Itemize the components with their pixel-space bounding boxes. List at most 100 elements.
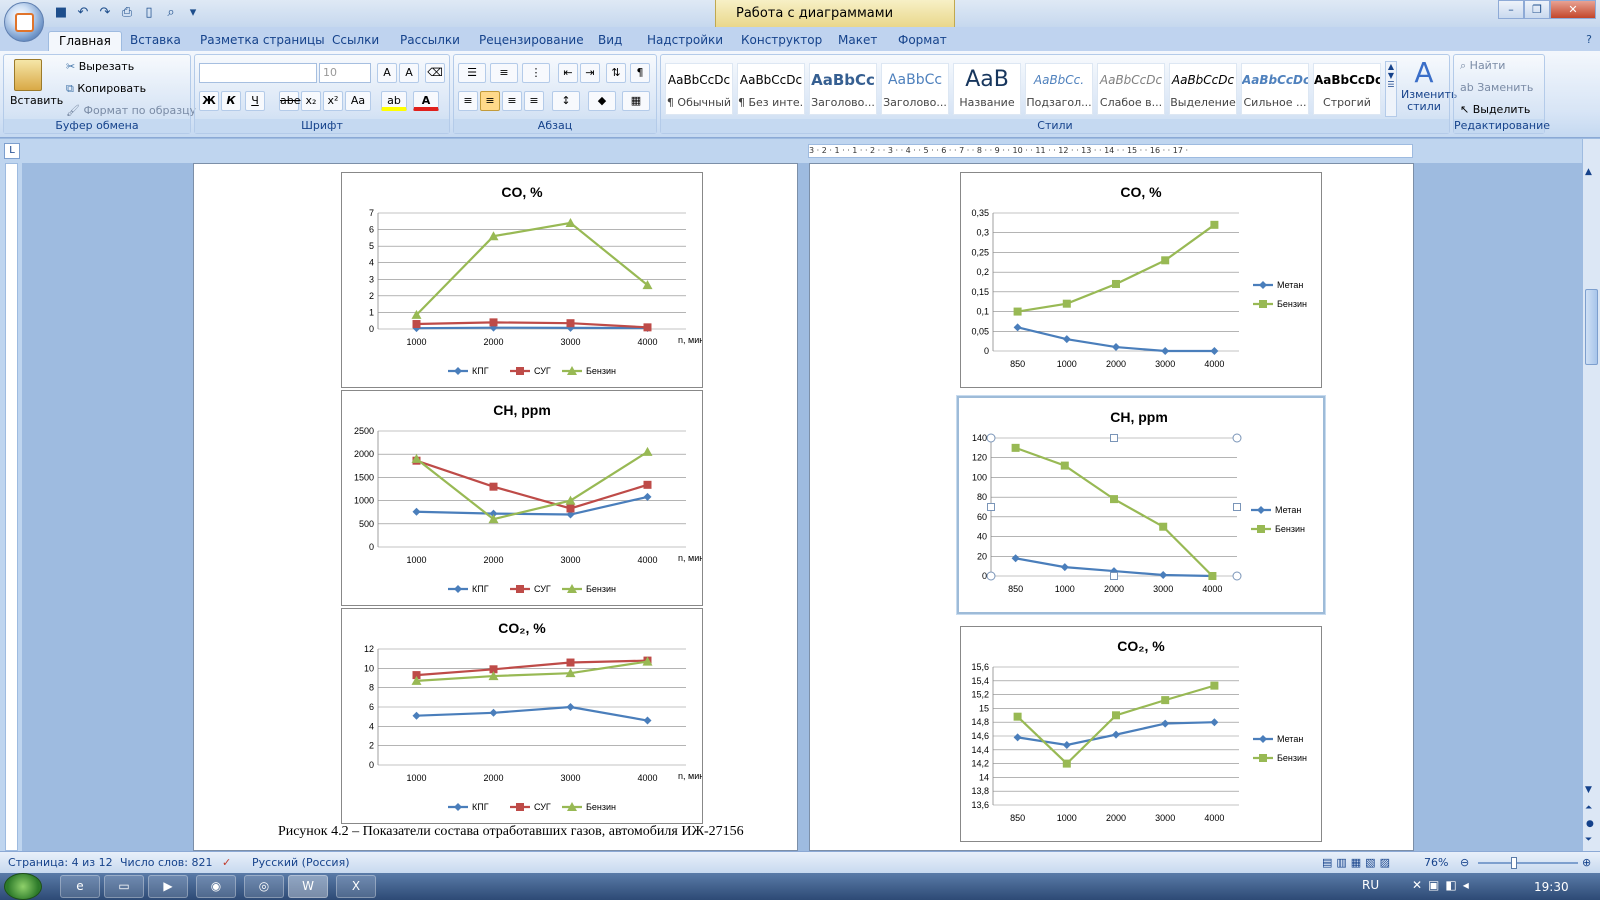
copy-button[interactable]: ⧉ Копировать — [66, 82, 146, 96]
style-subtle-emphasis[interactable]: AaBbCcDc Слабое в... — [1097, 63, 1165, 115]
vertical-scrollbar[interactable]: ▲ ▼ ⏶ ● ⏷ — [1582, 139, 1600, 851]
tab-view[interactable]: Вид — [598, 31, 622, 51]
styles-scroll-icon[interactable]: ▲ ▼ ☰ — [1385, 61, 1397, 117]
minimize-button[interactable]: – — [1498, 0, 1524, 19]
zoom-slider-thumb[interactable] — [1511, 857, 1517, 869]
tab-review[interactable]: Рецензирование — [479, 31, 584, 51]
tab-selector-icon[interactable]: L — [4, 143, 20, 159]
selection-handle[interactable] — [1233, 503, 1241, 511]
cut-button[interactable]: ✂ Вырезать — [66, 60, 134, 73]
font-name-combo[interactable] — [199, 63, 317, 83]
format-painter-button[interactable]: 🖌 Формат по образцу — [66, 104, 196, 117]
vertical-ruler[interactable] — [0, 163, 22, 851]
scroll-down-icon[interactable]: ▼ — [1585, 785, 1592, 795]
font-color-icon[interactable]: A — [413, 91, 439, 111]
superscript-button[interactable]: x² — [323, 91, 343, 111]
language-indicator[interactable]: Русский (Россия) — [252, 856, 350, 869]
print-icon[interactable]: ⎙ — [118, 4, 136, 22]
prev-page-icon[interactable]: ⏶ — [1585, 803, 1592, 813]
align-right-icon[interactable]: ≡ — [502, 91, 522, 111]
office-button[interactable] — [4, 2, 44, 42]
start-button[interactable] — [4, 873, 42, 900]
font-size-combo[interactable]: 10 — [319, 63, 371, 83]
chart-left-co[interactable]: CO, % 0 1 2 3 4 5 6 7 1000 2000 3000 4000 n, мин⁻¹ КПГ… — [341, 172, 703, 388]
tab-page-layout[interactable]: Разметка страницы — [200, 31, 325, 51]
firefox-icon[interactable]: ◉ — [196, 875, 236, 898]
style-subtitle[interactable]: AaBbCc. Подзагол... — [1025, 63, 1093, 115]
zoom-in-icon[interactable]: ⊕ — [1582, 856, 1591, 869]
restore-button[interactable]: ❐ — [1524, 0, 1550, 19]
paste-icon[interactable] — [14, 59, 42, 91]
scrollbar-thumb[interactable] — [1585, 289, 1598, 365]
borders-icon[interactable]: ▦ — [622, 91, 650, 111]
style-strong[interactable]: AaBbCcDc Строгий — [1313, 63, 1381, 115]
bullets-icon[interactable]: ☰ — [458, 63, 486, 83]
selection-handle[interactable] — [1110, 434, 1118, 442]
proofing-icon[interactable]: ✓ — [222, 856, 231, 869]
grow-font-icon[interactable]: A — [377, 63, 397, 83]
strikethrough-button[interactable]: abe — [279, 91, 301, 111]
close-button[interactable]: ✕ — [1550, 0, 1596, 19]
shading-icon[interactable]: ◆ — [588, 91, 616, 111]
chart-left-ch[interactable]: CH, ppm 0 500 1000 1500 2000 2500 1000 2000 3000 4… — [341, 390, 703, 606]
line-spacing-icon[interactable]: ↕ — [552, 91, 580, 111]
excel-taskbar-icon[interactable]: X — [336, 875, 376, 898]
word-count[interactable]: Число слов: 821 — [120, 856, 213, 869]
horizontal-ruler[interactable]: 3 · 2 · 1 · · 1 · · 2 · · 3 · · 4 · · 5 … — [808, 144, 1413, 158]
input-language[interactable]: RU — [1362, 878, 1379, 892]
tab-design[interactable]: Конструктор — [741, 31, 822, 51]
highlight-icon[interactable]: ab — [381, 91, 407, 111]
underline-button[interactable]: Ч — [245, 91, 265, 111]
customize-qat-icon[interactable]: ▾ — [184, 4, 202, 22]
ie-icon[interactable]: e — [60, 875, 100, 898]
multilevel-list-icon[interactable]: ⋮ — [522, 63, 550, 83]
clock[interactable]: 19:30 — [1534, 880, 1569, 894]
style-title[interactable]: AaB Название — [953, 63, 1021, 115]
zoom-out-icon[interactable]: ⊖ — [1460, 856, 1469, 869]
numbering-icon[interactable]: ≡ — [490, 63, 518, 83]
tab-references[interactable]: Ссылки — [332, 31, 379, 51]
change-case-button[interactable]: Aa — [345, 91, 371, 111]
word-taskbar-icon[interactable]: W — [288, 875, 328, 898]
zoom-slider[interactable] — [1478, 862, 1578, 864]
view-buttons[interactable]: ▤▥▦▧▨ — [1322, 856, 1394, 869]
page-count[interactable]: Страница: 4 из 12 — [8, 856, 113, 869]
tab-layout[interactable]: Макет — [838, 31, 877, 51]
shrink-font-icon[interactable]: A — [399, 63, 419, 83]
selection-handle[interactable] — [986, 571, 996, 581]
chart-left-co2[interactable]: CO₂, % 0 2 4 6 8 10 12 1000 2000 3000 4000 n, мин⁻¹ К… — [341, 608, 703, 824]
subscript-button[interactable]: x₂ — [301, 91, 321, 111]
tab-mailings[interactable]: Рассылки — [400, 31, 460, 51]
show-marks-icon[interactable]: ¶ — [630, 63, 650, 83]
style-heading-2[interactable]: AaBbCc Заголово... — [881, 63, 949, 115]
scroll-up-icon[interactable]: ▲ — [1585, 167, 1592, 177]
tab-addins[interactable]: Надстройки — [647, 31, 723, 51]
justify-icon[interactable]: ≡ — [524, 91, 544, 111]
select-button[interactable]: ↖ Выделить — [1460, 103, 1530, 116]
selection-handle[interactable] — [1110, 572, 1118, 580]
browse-object-icon[interactable]: ● — [1586, 819, 1594, 829]
tab-home[interactable]: Главная — [48, 31, 122, 51]
clear-format-icon[interactable]: ⌫ — [425, 63, 445, 83]
style-emphasis[interactable]: AaBbCcDc Выделение — [1169, 63, 1237, 115]
explorer-icon[interactable]: ▭ — [104, 875, 144, 898]
undo-icon[interactable]: ↶ — [74, 4, 92, 22]
redo-icon[interactable]: ↷ — [96, 4, 114, 22]
selection-handle[interactable] — [986, 433, 996, 443]
tab-insert[interactable]: Вставка — [130, 31, 181, 51]
style-intense-emphasis[interactable]: AaBbCcDc Сильное ... — [1241, 63, 1309, 115]
decrease-indent-icon[interactable]: ⇤ — [558, 63, 578, 83]
chart-right-co2[interactable]: CO₂, % 13,6 13,8 14 14,2 14,4 14,6 14,8 15 15,2 15… — [960, 626, 1322, 842]
paste-button[interactable]: Вставить — [10, 94, 63, 107]
tray-icons[interactable]: ✕▣◧◂ — [1412, 878, 1475, 892]
align-center-icon[interactable]: ≡ — [480, 91, 500, 111]
replace-button[interactable]: ab Заменить — [1460, 81, 1533, 94]
selection-handle[interactable] — [987, 503, 995, 511]
find-button[interactable]: ⌕ Найти — [1460, 59, 1505, 73]
style-heading-1[interactable]: AaBbCc Заголово... — [809, 63, 877, 115]
change-styles-button[interactable]: A Изменить стили — [1401, 57, 1457, 113]
app-icon[interactable]: ◎ — [244, 875, 284, 898]
zoom-level[interactable]: 76% — [1424, 856, 1448, 869]
sort-icon[interactable]: ⇅ — [606, 63, 626, 83]
save-icon[interactable]: ■ — [52, 4, 70, 22]
